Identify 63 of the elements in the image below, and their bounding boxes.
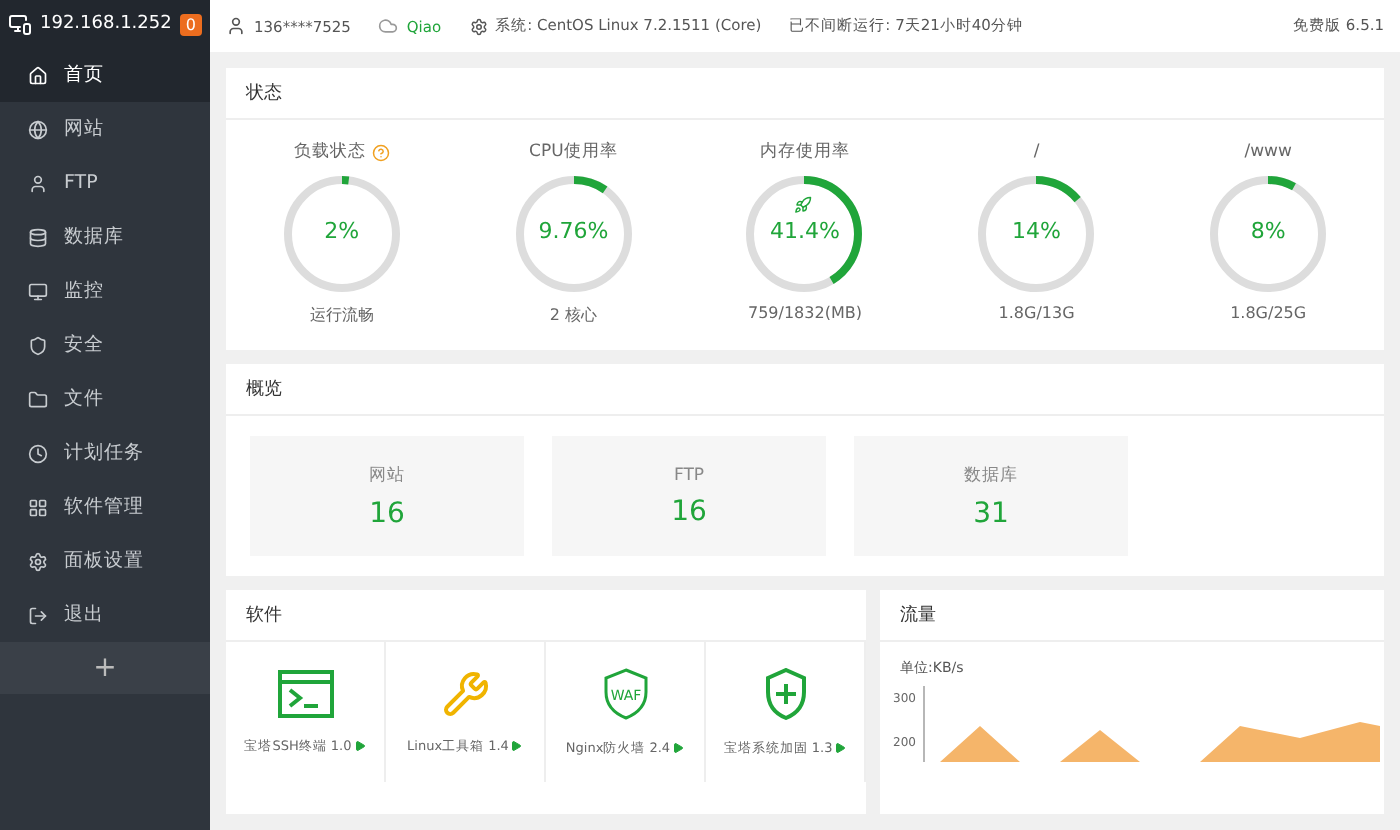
sidebar-item[interactable]: 面板设置 [0, 534, 210, 588]
sidebar-item[interactable]: 网站 [0, 102, 210, 156]
user-icon [28, 173, 48, 193]
gauge-detail: 1.8G/13G [998, 304, 1075, 322]
play-icon [834, 742, 847, 754]
server-icon [8, 12, 32, 36]
gauge-detail: 运行流畅 [309, 304, 374, 326]
sidebar-item[interactable]: 数据库 [0, 210, 210, 264]
shield-plus-icon [763, 667, 807, 719]
gauge-value: 2% [322, 218, 362, 244]
card-title: 概览 [226, 364, 1384, 416]
card-title: 状态 [226, 68, 1384, 120]
sidebar-item[interactable]: 文件 [0, 372, 210, 426]
play-icon [510, 740, 523, 752]
gauge-value: 41.4% [768, 218, 842, 244]
stat-value: 31 [973, 497, 1009, 529]
card-title: 流量 [880, 590, 1384, 642]
host-address: 192.168.1.252 [40, 14, 172, 34]
sidebar-item[interactable]: 监控 [0, 264, 210, 318]
gauge-label: / [1033, 140, 1040, 164]
gauge-label: CPU使用率 [529, 140, 618, 164]
stat-value: 16 [369, 497, 405, 529]
gauge-label: /www [1244, 140, 1292, 164]
shield-icon [28, 335, 48, 355]
logout-icon [28, 605, 48, 625]
gauge-value: 8% [1248, 218, 1288, 244]
play-icon [672, 742, 685, 754]
stat-label: 数据库 [964, 463, 1018, 487]
sidebar-item[interactable]: 首页 [0, 48, 210, 102]
stat-value: 16 [671, 495, 707, 527]
clock-icon [28, 443, 48, 463]
gauge-value: 14% [1010, 218, 1063, 244]
cloud-icon [378, 16, 399, 36]
gauge-detail: 1.8G/25G [1230, 304, 1307, 322]
gauge-label: 负载状态 [293, 140, 390, 164]
y-axis [923, 685, 925, 762]
terminal-icon [277, 669, 333, 717]
sidebar-item[interactable]: 安全 [0, 318, 210, 372]
settings-icon [28, 551, 48, 571]
stat-label: 网站 [369, 463, 405, 487]
help-icon[interactable] [371, 143, 390, 161]
home-icon [28, 65, 48, 85]
rocket-icon[interactable] [794, 196, 813, 214]
tools-icon [441, 669, 489, 717]
gauge-label: 内存使用率 [759, 140, 850, 164]
sidebar-item[interactable]: 软件管理 [0, 480, 210, 534]
gear-icon [469, 17, 488, 35]
globe-icon [28, 119, 48, 139]
add-button[interactable]: + [0, 642, 210, 694]
card-title: 软件 [226, 590, 866, 642]
sidebar-item[interactable]: FTP [0, 156, 210, 210]
gauge-detail: 2 核心 [549, 304, 597, 326]
stat-label: FTP [673, 465, 705, 485]
database-icon [28, 227, 48, 247]
play-icon [353, 740, 366, 752]
folder-icon [28, 389, 48, 409]
user-icon [226, 16, 246, 36]
monitor-icon [28, 281, 48, 301]
grid-icon [28, 497, 48, 517]
gauge-detail: 759/1832(MB) [748, 304, 862, 322]
sidebar-item[interactable]: 退出 [0, 588, 210, 642]
sidebar-item[interactable]: 计划任务 [0, 426, 210, 480]
gauge-value: 9.76% [536, 218, 611, 244]
